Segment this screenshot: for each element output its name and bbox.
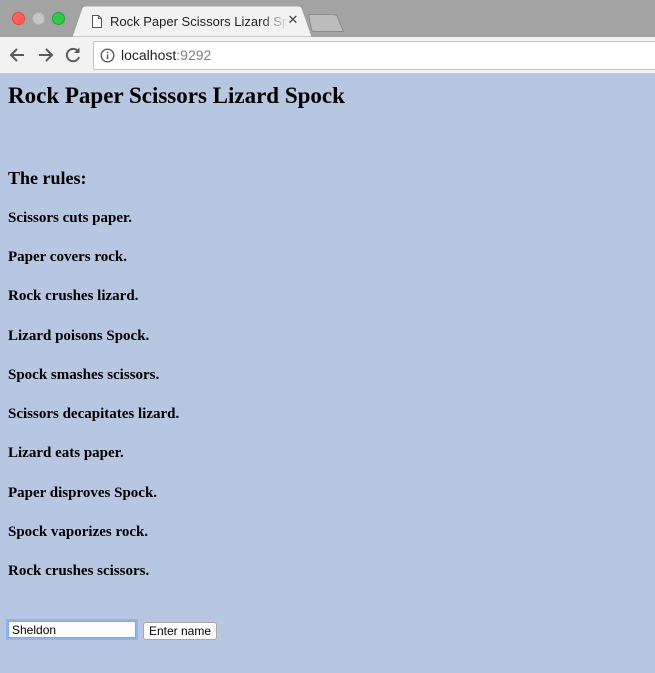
- window-maximize-icon[interactable]: [52, 12, 65, 25]
- back-arrow-icon[interactable]: [8, 45, 28, 65]
- browser-tab-bar: Rock Paper Scissors Lizard Spock ✕: [0, 0, 655, 37]
- browser-toolbar: localhost:9292: [0, 37, 655, 74]
- page-title: Rock Paper Scissors Lizard Spock: [8, 83, 345, 108]
- rule-item: Spock vaporizes rock.: [8, 524, 149, 540]
- close-icon[interactable]: ✕: [286, 13, 300, 29]
- rule-item: Paper disproves Spock.: [8, 485, 158, 501]
- url-text: localhost:9292: [121, 47, 211, 63]
- rule-item: Spock smashes scissors.: [8, 367, 160, 383]
- rule-item: Rock crushes lizard.: [8, 288, 139, 304]
- document-icon: [92, 15, 102, 28]
- forward-arrow-icon[interactable]: [35, 45, 55, 65]
- info-icon[interactable]: [100, 48, 115, 63]
- url-port: :9292: [176, 47, 212, 63]
- tab-title: Rock Paper Scissors Lizard Spock: [110, 14, 288, 29]
- window-close-icon[interactable]: [12, 12, 25, 25]
- rule-item: Lizard poisons Spock.: [8, 328, 150, 344]
- rule-item: Lizard eats paper.: [8, 445, 124, 461]
- browser-tab[interactable]: Rock Paper Scissors Lizard Spock ✕: [72, 6, 312, 37]
- rule-item: Scissors cuts paper.: [8, 210, 133, 226]
- window-minimize-icon[interactable]: [32, 12, 45, 25]
- url-host: localhost: [121, 47, 177, 63]
- enter-name-button[interactable]: Enter name: [143, 622, 217, 640]
- rules-heading: The rules:: [8, 168, 87, 188]
- name-input[interactable]: [6, 619, 138, 640]
- address-bar[interactable]: localhost:9292: [93, 41, 655, 70]
- rule-item: Paper covers rock.: [8, 249, 127, 265]
- rule-item: Scissors decapitates lizard.: [8, 406, 180, 422]
- new-tab-button[interactable]: [308, 14, 344, 32]
- reload-icon[interactable]: [63, 45, 83, 65]
- rule-item: Rock crushes scissors.: [8, 563, 150, 579]
